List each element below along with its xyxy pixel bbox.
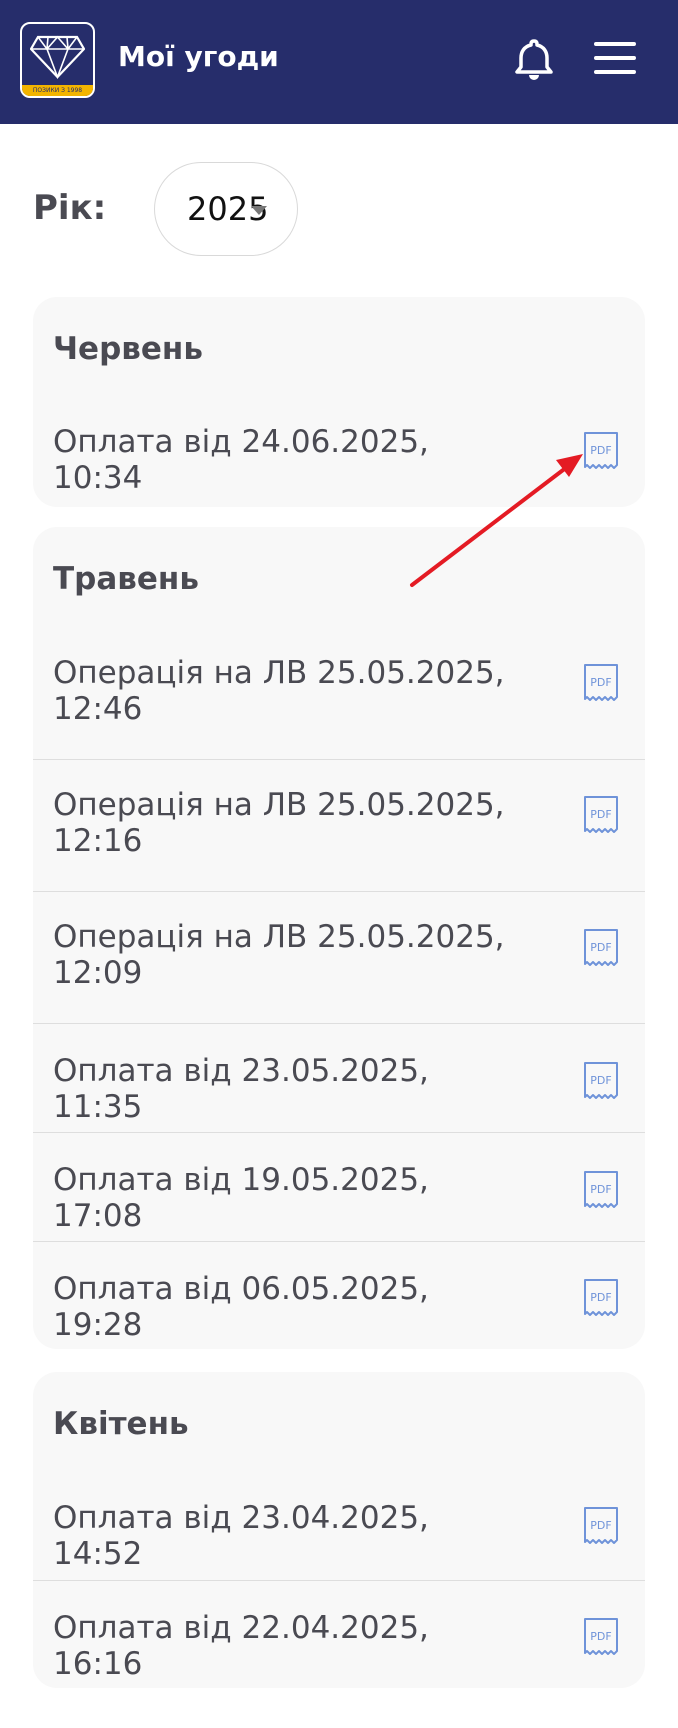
app-header: ПОЗИКИ З 1998 Мої угоди [0,0,678,124]
transaction-label: Оплата від 22.04.2025, 16:16 [53,1610,429,1682]
list-item[interactable]: Операція на ЛВ 25.05.2025, 12:09 PDF [33,891,645,1023]
diamond-logo-icon [30,35,85,79]
pdf-icon[interactable]: PDF [583,1170,619,1208]
transaction-label: Операція на ЛВ 25.05.2025, 12:16 [53,787,505,859]
pdf-label: PDF [590,1630,611,1643]
list-item[interactable]: Операція на ЛВ 25.05.2025, 12:46 PDF [33,627,645,759]
pdf-icon[interactable]: PDF [583,1278,619,1316]
pdf-icon[interactable]: PDF [583,1617,619,1655]
pdf-label: PDF [590,808,611,821]
pdf-label: PDF [590,676,611,689]
pdf-label: PDF [590,941,611,954]
bell-icon[interactable] [514,38,554,86]
logo-caption: ПОЗИКИ З 1998 [22,85,93,96]
list-item[interactable]: Оплата від 06.05.2025, 19:28 PDF [33,1241,645,1349]
pdf-icon[interactable]: PDF [583,928,619,966]
transaction-label: Оплата від 19.05.2025, 17:08 [53,1162,429,1234]
pdf-icon[interactable]: PDF [583,1061,619,1099]
month-title: Травень [53,561,199,597]
month-section-june: Червень Оплата від 24.06.2025, 10:34 PDF [33,297,645,507]
list-item[interactable]: Оплата від 19.05.2025, 17:08 PDF [33,1132,645,1241]
month-section-may: Травень Операція на ЛВ 25.05.2025, 12:46… [33,527,645,1349]
year-label: Рік: [33,188,107,228]
chevron-down-icon [251,206,267,215]
list-item[interactable]: Оплата від 23.04.2025, 14:52 PDF [33,1472,645,1580]
menu-icon[interactable] [594,42,636,76]
page-title: Мої угоди [118,40,279,73]
transaction-label: Оплата від 23.05.2025, 11:35 [53,1053,429,1125]
list-item[interactable]: Оплата від 22.04.2025, 16:16 PDF [33,1580,645,1688]
pdf-icon[interactable]: PDF [583,1506,619,1544]
pdf-label: PDF [590,1291,611,1304]
list-item[interactable]: Оплата від 23.05.2025, 11:35 PDF [33,1023,645,1132]
transaction-label: Операція на ЛВ 25.05.2025, 12:09 [53,919,505,991]
transaction-label: Оплата від 24.06.2025, 10:34 [53,424,429,496]
pdf-label: PDF [590,444,611,457]
month-title: Квітень [53,1406,189,1442]
list-item[interactable]: Оплата від 24.06.2025, 10:34 PDF [33,397,645,507]
transaction-label: Оплата від 06.05.2025, 19:28 [53,1271,429,1343]
pdf-icon[interactable]: PDF [583,795,619,833]
list-item[interactable]: Операція на ЛВ 25.05.2025, 12:16 PDF [33,759,645,891]
pdf-icon[interactable]: PDF [583,431,619,469]
pdf-icon[interactable]: PDF [583,663,619,701]
year-select[interactable]: 2025 [154,162,298,256]
pdf-label: PDF [590,1519,611,1532]
month-section-april: Квітень Оплата від 23.04.2025, 14:52 PDF… [33,1372,645,1688]
pdf-label: PDF [590,1183,611,1196]
brand-logo[interactable]: ПОЗИКИ З 1998 [20,22,95,98]
transaction-label: Операція на ЛВ 25.05.2025, 12:46 [53,655,505,727]
pdf-label: PDF [590,1074,611,1087]
transaction-label: Оплата від 23.04.2025, 14:52 [53,1500,429,1572]
month-title: Червень [53,331,203,367]
